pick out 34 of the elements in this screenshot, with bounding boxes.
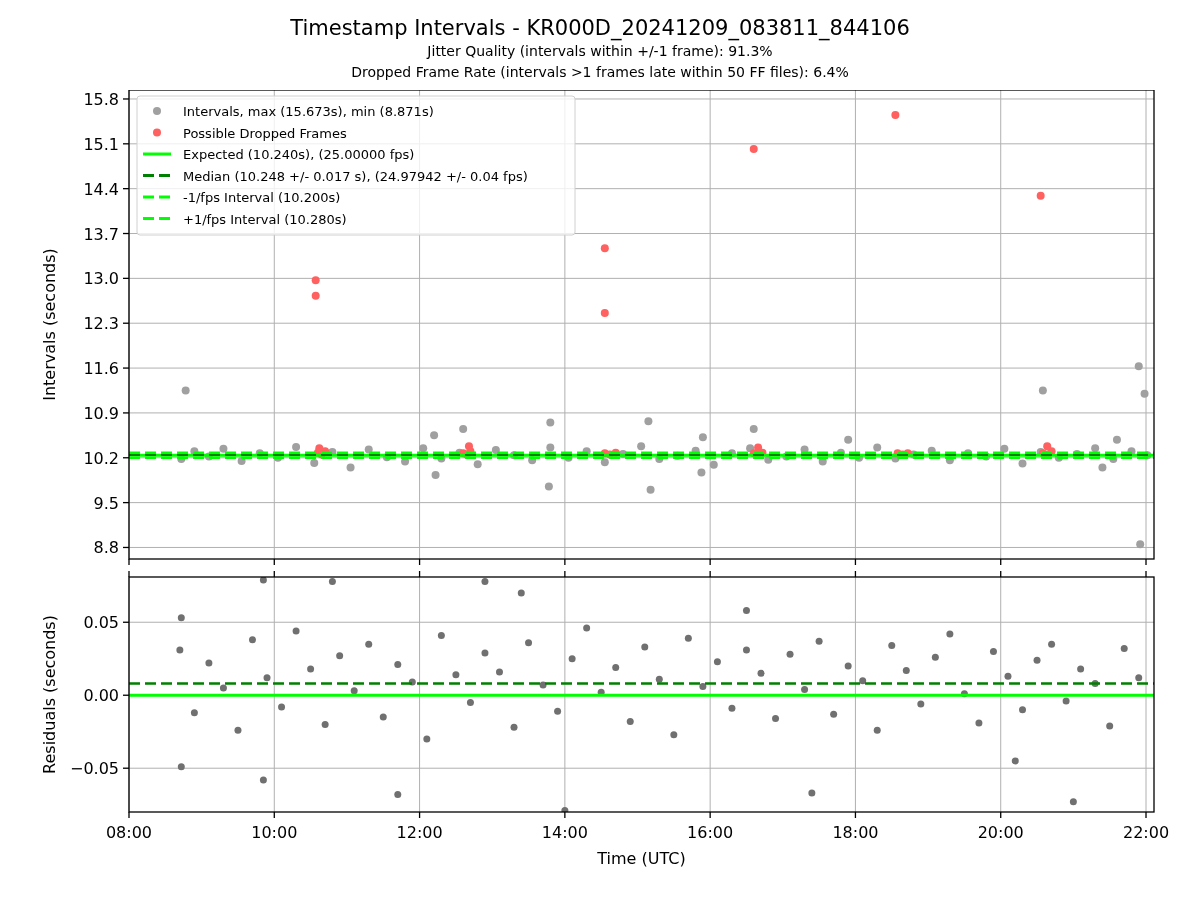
legend-label: Expected (10.240s), (25.00000 fps) [183,147,415,162]
y-tick-label: 11.6 [83,359,119,379]
chart-subtitle: Dropped Frame Rate (intervals >1 frames late within 50 FF files): 6.4% [351,63,849,82]
y-tick-label: 12.3 [83,314,119,334]
x-tick-label: 22:00 [1122,823,1170,842]
x-axis-label: Time (UTC) [597,849,686,868]
x-tick-label: 20:00 [977,823,1024,842]
legend-label: +1/fps Interval (10.280s) [183,211,347,227]
y-tick-label: 0.05 [83,613,119,633]
legend-label: Possible Dropped Frames [183,125,347,141]
chart-subtitle: Jitter Quality (intervals within +/-1 frame): 91.3% [427,42,773,61]
y-tick-label: 13.7 [83,224,119,244]
y-axis-label: Residuals (seconds) [40,615,59,774]
legend-label: Intervals, max (15.673s), min (8.871s) [183,104,434,119]
y-tick-label: 0.00 [83,686,119,706]
y-tick-label: 14.4 [83,179,119,199]
y-tick-label: 8.8 [93,538,119,558]
x-tick-label: 10:00 [251,823,298,842]
x-tick-label: 12:00 [396,823,443,842]
chart-title: Timestamp Intervals - KR000D_20241209_083811_844106 [290,15,910,41]
y-tick-label: 15.8 [83,90,119,109]
x-tick-label: 08:00 [105,823,153,842]
y-tick-label: 13.0 [83,269,119,289]
y-tick-label: 10.9 [83,403,119,423]
y-axis-label: Intervals (seconds) [40,248,59,401]
x-tick-label: 16:00 [687,823,734,842]
x-tick-label: 14:00 [541,823,588,842]
legend-label: -1/fps Interval (10.200s) [183,190,341,205]
y-tick-label: 9.5 [93,493,119,513]
legend-label: Median (10.248 +/- 0.017 s), (24.97942 +/- 0.04 fps) [183,168,528,184]
y-tick-label: 10.2 [83,448,119,468]
x-tick-label: 18:00 [832,823,879,842]
y-tick-label: −0.05 [69,759,119,779]
y-tick-label: 15.1 [83,134,119,154]
